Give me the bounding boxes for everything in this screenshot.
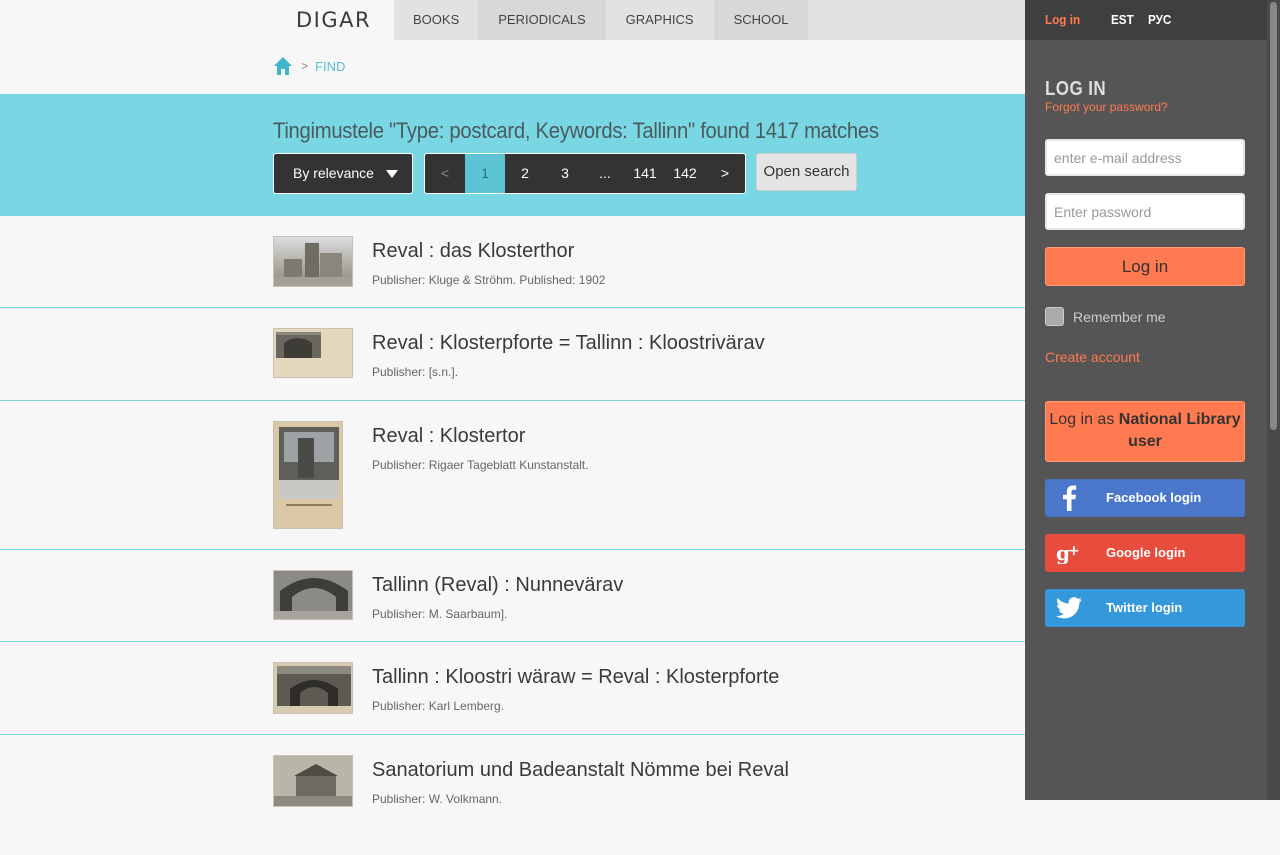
result-meta: Publisher: W. Volkmann. xyxy=(372,792,503,806)
nl-login-bold: National Library user xyxy=(1118,411,1241,450)
login-heading: LOG IN xyxy=(1045,78,1107,100)
top-bar: DIGAR BOOKS PERIODICALS GRAPHICS SCHOOL xyxy=(0,0,1025,40)
remember-me-label: Remember me xyxy=(1073,308,1166,325)
facebook-icon xyxy=(1045,479,1093,517)
nav-item-books[interactable]: BOOKS xyxy=(394,0,479,40)
result-meta: Publisher: [s.n.]. xyxy=(372,365,459,379)
login-button[interactable]: Log in xyxy=(1045,247,1245,286)
open-search-button[interactable]: Open search xyxy=(756,153,857,191)
caret-down-icon xyxy=(386,170,398,178)
result-title[interactable]: Tallinn : Kloostri wäraw = Reval : Klost… xyxy=(372,666,779,689)
password-field[interactable] xyxy=(1045,193,1245,230)
google-login-button[interactable]: g + Google login xyxy=(1045,534,1245,572)
result-item: Reval : Klosterpforte = Tallinn : Kloost… xyxy=(0,308,1025,401)
lang-est-link[interactable]: EST xyxy=(1111,12,1134,27)
twitter-icon xyxy=(1045,589,1093,627)
create-account-link[interactable]: Create account xyxy=(1045,349,1140,365)
twitter-login-button[interactable]: Twitter login xyxy=(1045,589,1245,627)
result-title[interactable]: Reval : das Klosterthor xyxy=(372,240,574,263)
top-login-link[interactable]: Log in xyxy=(1045,12,1080,27)
pager-ellipsis: ... xyxy=(599,165,611,181)
postcard-thumbnail[interactable] xyxy=(273,755,353,807)
google-login-label: Google login xyxy=(1106,545,1186,560)
breadcrumb: > FIND xyxy=(273,55,345,77)
result-title[interactable]: Reval : Klostertor xyxy=(372,425,525,448)
result-item: Reval : das Klosterthor Publisher: Kluge… xyxy=(0,216,1025,308)
breadcrumb-separator: > xyxy=(301,59,309,73)
postcard-thumbnail[interactable] xyxy=(273,421,343,529)
pager-page[interactable]: 142 xyxy=(665,154,705,193)
result-title[interactable]: Reval : Klosterpforte = Tallinn : Kloost… xyxy=(372,332,765,355)
pager-prev-button[interactable]: < xyxy=(425,154,465,193)
result-item: Tallinn (Reval) : Nunnevärav Publisher: … xyxy=(0,550,1025,642)
remember-me-checkbox[interactable] xyxy=(1045,307,1064,326)
result-item: Sanatorium und Badeanstalt Nömme bei Rev… xyxy=(0,735,1025,855)
lang-rus-link[interactable]: РУС xyxy=(1148,12,1171,27)
postcard-thumbnail[interactable] xyxy=(273,662,353,714)
result-meta: Publisher: M. Saarbaum]. xyxy=(372,607,508,621)
postcard-thumbnail[interactable] xyxy=(273,570,353,620)
facebook-login-button[interactable]: Facebook login xyxy=(1045,479,1245,517)
main-nav: BOOKS PERIODICALS GRAPHICS SCHOOL xyxy=(394,0,809,40)
postcard-thumbnail[interactable] xyxy=(273,236,353,287)
nl-login-prefix: Log in as xyxy=(1049,411,1115,428)
result-item: Tallinn : Kloostri wäraw = Reval : Klost… xyxy=(0,642,1025,735)
sort-dropdown[interactable]: By relevance xyxy=(273,153,413,194)
sort-label: By relevance xyxy=(293,165,374,181)
twitter-login-label: Twitter login xyxy=(1106,600,1183,615)
pager-page-current[interactable]: 1 xyxy=(465,154,505,193)
postcard-thumbnail[interactable] xyxy=(273,328,353,378)
pager-page[interactable]: 2 xyxy=(505,154,545,193)
breadcrumb-current[interactable]: FIND xyxy=(315,59,345,74)
pager-page[interactable]: 3 xyxy=(545,154,585,193)
result-meta: Publisher: Kluge & Ströhm. Published: 19… xyxy=(372,273,606,287)
scrollbar-thumb[interactable] xyxy=(1270,2,1277,430)
result-title[interactable]: Sanatorium und Badeanstalt Nömme bei Rev… xyxy=(372,759,789,782)
result-meta: Publisher: Rigaer Tageblatt Kunstanstalt… xyxy=(372,458,589,472)
result-item: Reval : Klostertor Publisher: Rigaer Tag… xyxy=(0,401,1025,550)
email-field[interactable] xyxy=(1045,139,1245,176)
result-meta: Publisher: Karl Lemberg. xyxy=(372,699,505,713)
pager-page[interactable]: 141 xyxy=(625,154,665,193)
remember-me: Remember me xyxy=(1045,306,1166,327)
home-icon[interactable] xyxy=(273,56,293,76)
svg-text:+: + xyxy=(1068,543,1080,559)
nav-item-school[interactable]: SCHOOL xyxy=(713,0,809,40)
digar-logo[interactable]: DIGAR xyxy=(296,8,371,32)
national-library-login-button[interactable]: Log in as National Library user xyxy=(1045,401,1245,462)
language-bar: Log in EST РУС xyxy=(1025,0,1267,40)
page-scrollbar[interactable] xyxy=(1267,0,1280,800)
nav-item-periodicals[interactable]: PERIODICALS xyxy=(478,0,606,40)
google-plus-icon: g + xyxy=(1045,534,1093,572)
forgot-password-link[interactable]: Forgot your password? xyxy=(1045,100,1168,114)
login-panel: Log in EST РУС LOG IN Forgot your passwo… xyxy=(1025,0,1267,800)
pagination: < 1 2 3 ... 141 142 > xyxy=(424,153,746,194)
facebook-login-label: Facebook login xyxy=(1106,490,1202,505)
pager-next-button[interactable]: > xyxy=(705,154,745,193)
nav-item-graphics[interactable]: GRAPHICS xyxy=(605,0,714,40)
result-title[interactable]: Tallinn (Reval) : Nunnevärav xyxy=(372,574,623,597)
search-summary: Tingimustele "Type: postcard, Keywords: … xyxy=(273,118,879,143)
